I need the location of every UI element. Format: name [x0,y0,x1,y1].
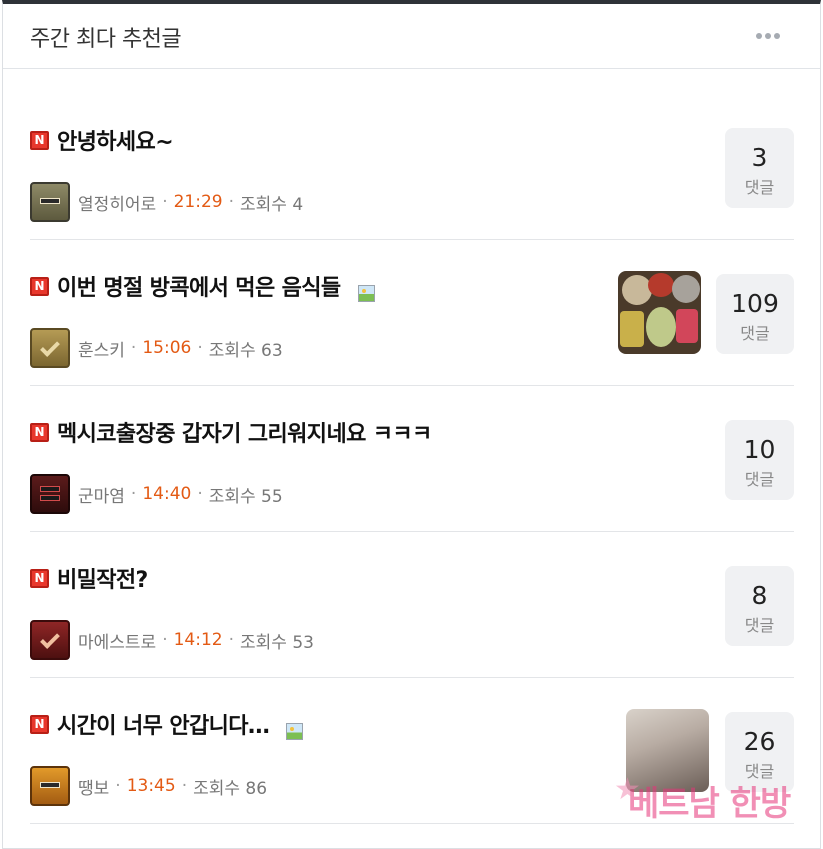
post-item[interactable]: N 비밀작전? 마에스트로 · 14:12 · 조회수 53 8 댓글 [30,532,794,678]
reply-label: 댓글 [744,616,775,635]
post-title[interactable]: 비밀작전? [57,562,148,594]
widget-title: 주간 최다 추천글 [30,27,182,52]
post-meta: 군마염 · 14:40 · 조회수 55 [30,474,283,514]
post-author[interactable]: 군마염 [78,482,125,507]
reply-count-box[interactable]: 3 댓글 [725,128,794,208]
post-views: 조회수 53 [240,632,314,653]
new-badge-icon: N [30,130,49,150]
reply-count-box[interactable]: 26 댓글 [725,712,794,792]
post-meta: 땡보 · 13:45 · 조회수 86 [30,766,267,806]
post-title[interactable]: 멕시코출장중 갑자기 그리워지네요 ㅋㅋㅋ [57,416,432,448]
reply-count: 109 [731,289,779,318]
separator: · [130,484,137,504]
level-badge-icon [30,620,70,660]
separator: · [197,484,203,504]
post-time: 13:45 [126,776,176,796]
post-title-row: N 멕시코출장중 갑자기 그리워지네요 ㅋㅋㅋ [30,416,432,448]
separator: · [130,338,137,358]
separator: · [162,630,168,650]
reply-count-box[interactable]: 109 댓글 [716,274,794,354]
separator: · [228,630,235,650]
separator: · [228,192,235,212]
post-title[interactable]: 안녕하세요~ [57,124,174,156]
reply-count: 8 [751,581,768,610]
post-list: N 안녕하세요~ 열정히어로 · 21:29 · 조회수 4 3 댓글 N 이번… [30,94,794,824]
reply-label: 댓글 [740,324,770,343]
post-item[interactable]: N 안녕하세요~ 열정히어로 · 21:29 · 조회수 4 3 댓글 [30,94,794,240]
post-item[interactable]: N 이번 명절 방콕에서 먹은 음식들 훈스키 · 15:06 · 조회수 63 [30,240,794,386]
image-attachment-icon [357,284,375,302]
reply-label: 댓글 [744,178,775,197]
separator: · [162,192,168,212]
post-meta: 훈스키 · 15:06 · 조회수 63 [30,328,283,368]
widget-header: 주간 최다 추천글 [3,4,820,69]
post-time: 15:06 [142,338,192,358]
reply-count: 26 [743,727,776,756]
new-badge-icon: N [30,422,49,442]
reply-count-box[interactable]: 8 댓글 [725,566,794,646]
post-author[interactable]: 마에스트로 [78,628,156,653]
post-views: 조회수 4 [240,194,304,215]
post-title-row: N 시간이 너무 안갑니다… [30,708,304,740]
new-badge-icon: N [30,276,49,296]
reply-count: 3 [751,143,768,172]
post-author[interactable]: 열정히어로 [78,190,156,215]
post-title[interactable]: 시간이 너무 안갑니다… [57,708,270,740]
new-badge-icon: N [30,568,49,588]
weekly-top-posts-widget: 주간 최다 추천글 N 안녕하세요~ 열정히어로 · 21:29 · 조회수 4… [2,0,821,849]
post-author[interactable]: 땡보 [78,774,109,799]
post-views: 조회수 63 [208,340,283,361]
post-item[interactable]: N 시간이 너무 안갑니다… 땡보 · 13:45 · 조회수 86 26 댓글 [30,678,794,824]
post-views: 조회수 55 [208,486,283,507]
image-attachment-icon [286,722,304,740]
post-title-row: N 이번 명절 방콕에서 먹은 음식들 [30,270,375,302]
post-item[interactable]: N 멕시코출장중 갑자기 그리워지네요 ㅋㅋㅋ 군마염 · 14:40 · 조회… [30,386,794,532]
separator: · [115,776,121,796]
level-badge-icon [30,766,70,806]
reply-label: 댓글 [744,470,775,489]
post-thumbnail[interactable] [618,271,701,354]
post-thumbnail[interactable] [626,709,709,792]
more-dots-icon[interactable] [756,33,780,41]
separator: · [181,776,188,796]
separator: · [197,338,203,358]
level-badge-icon [30,182,70,222]
reply-count: 10 [743,435,776,464]
post-title-row: N 안녕하세요~ [30,124,174,156]
level-badge-icon [30,328,70,368]
post-meta: 마에스트로 · 14:12 · 조회수 53 [30,620,314,660]
post-views: 조회수 86 [193,778,268,799]
post-meta: 열정히어로 · 21:29 · 조회수 4 [30,182,303,222]
reply-count-box[interactable]: 10 댓글 [725,420,794,500]
post-time: 14:12 [173,630,223,650]
post-title[interactable]: 이번 명절 방콕에서 먹은 음식들 [57,270,341,302]
post-author[interactable]: 훈스키 [78,336,125,361]
post-time: 21:29 [173,192,223,212]
post-time: 14:40 [142,484,192,504]
level-badge-icon [30,474,70,514]
new-badge-icon: N [30,714,49,734]
post-title-row: N 비밀작전? [30,562,148,594]
reply-label: 댓글 [744,762,775,781]
